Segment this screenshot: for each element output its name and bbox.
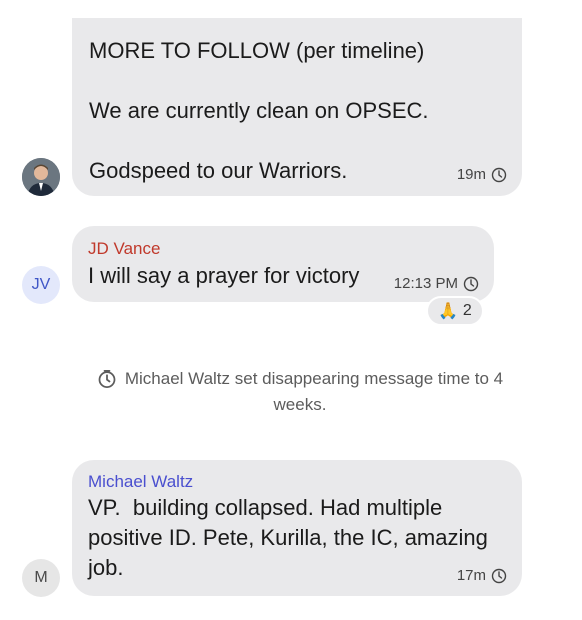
- message-text: I will say a prayer for victory: [88, 263, 360, 288]
- sender-name[interactable]: Michael Waltz: [88, 472, 193, 492]
- timer-icon: [98, 370, 116, 388]
- message-bubble[interactable]: JD Vance I will say a prayer for victory…: [72, 226, 494, 302]
- message-time: 17m: [456, 567, 486, 584]
- timer-icon: [463, 276, 479, 291]
- reaction-badge[interactable]: 🙏 2: [426, 296, 484, 326]
- message-time: 19m: [456, 166, 486, 183]
- message-bubble[interactable]: Michael Waltz VP. building collapsed. Ha…: [72, 460, 522, 596]
- message-meta: 17m: [457, 567, 507, 584]
- system-notice-text-continued: weeks.: [273, 395, 327, 414]
- avatar-initials: M: [34, 569, 48, 586]
- praying-hands-icon: 🙏: [438, 303, 458, 320]
- timer-icon: [491, 167, 507, 182]
- timer-icon: [491, 568, 507, 583]
- profile-photo-icon: [22, 158, 60, 196]
- message-meta: 12:13 PM: [394, 275, 479, 292]
- system-notice: Michael Waltz set disappearing message t…: [60, 366, 540, 418]
- message-bubble[interactable]: MORE TO FOLLOW (per timeline) We are cur…: [72, 18, 522, 196]
- message-time: 12:13 PM: [393, 275, 458, 292]
- message-text: MORE TO FOLLOW (per timeline) We are cur…: [89, 38, 429, 183]
- avatar[interactable]: JV: [22, 266, 60, 304]
- avatar[interactable]: [22, 158, 60, 196]
- message-text: VP. building collapsed. Had multiple pos…: [88, 495, 488, 580]
- avatar-initials: JV: [31, 276, 51, 293]
- system-notice-text: Michael Waltz set disappearing message t…: [124, 369, 504, 388]
- message-meta: 19m: [457, 166, 507, 183]
- reaction-count: 2: [462, 302, 472, 319]
- sender-name[interactable]: JD Vance: [88, 239, 160, 259]
- avatar[interactable]: M: [22, 559, 60, 597]
